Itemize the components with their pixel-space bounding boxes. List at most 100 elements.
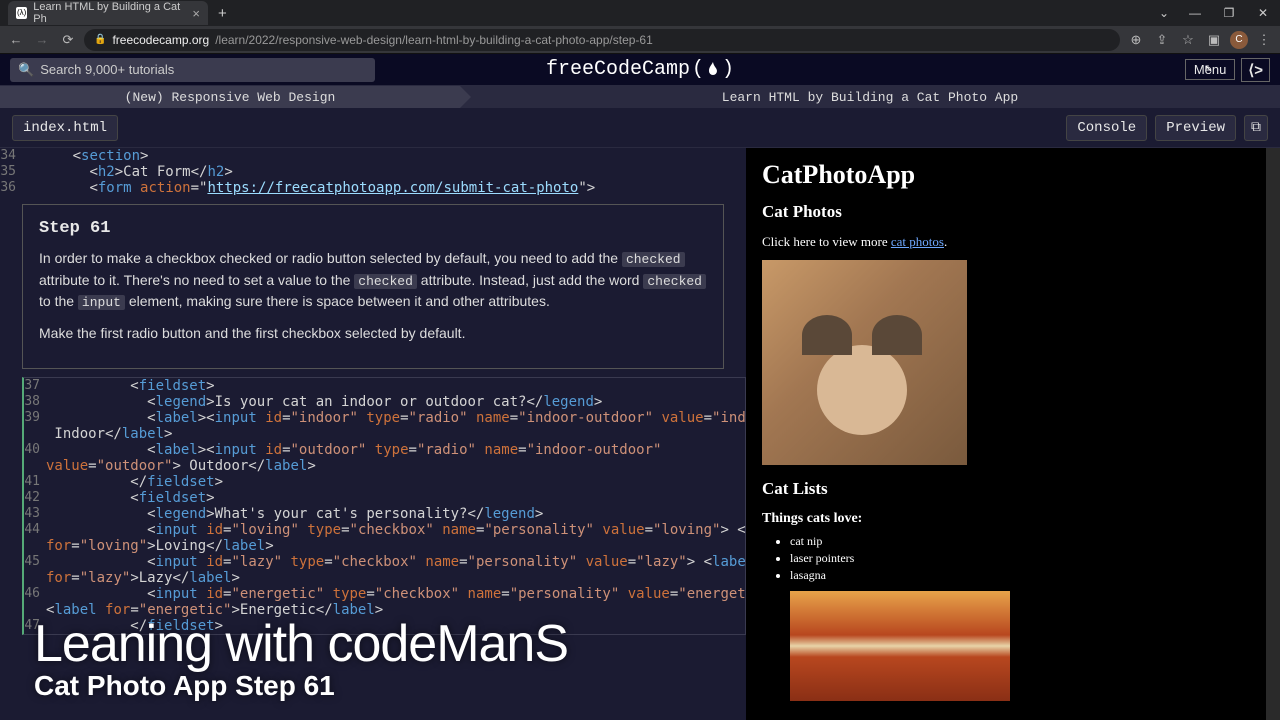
line-number: 43 <box>24 506 46 522</box>
crumb-lesson: Learn HTML by Building a Cat Photo App <box>460 90 1280 105</box>
code-content[interactable]: <input id="energetic" type="checkbox" na… <box>46 586 746 602</box>
extensions-icon[interactable]: ▣ <box>1204 30 1224 50</box>
vertical-scrollbar[interactable] <box>1266 148 1280 720</box>
line-number: 41 <box>24 474 46 490</box>
forward-button[interactable]: → <box>32 30 52 50</box>
line-number <box>24 458 46 474</box>
file-tab[interactable]: index.html <box>12 115 118 141</box>
line-number: 46 <box>24 586 46 602</box>
popout-button[interactable]: ⧉ <box>1244 115 1268 141</box>
preview-h2-photos: Cat Photos <box>762 202 1250 222</box>
code-content[interactable]: </fieldset> <box>46 474 223 490</box>
language-button[interactable]: ⟨> <box>1241 58 1270 82</box>
code-content[interactable]: <fieldset> <box>46 490 215 506</box>
search-placeholder: Search 9,000+ tutorials <box>40 62 174 77</box>
code-line[interactable]: Indoor</label> <box>24 426 745 442</box>
code-line[interactable]: 41 </fieldset> <box>24 474 745 490</box>
close-window-button[interactable]: ✕ <box>1246 0 1280 26</box>
brand-logo[interactable]: freeCodeCamp() <box>546 58 734 81</box>
code-content[interactable]: <form action="https://freecatphotoapp.co… <box>22 180 595 196</box>
bookmark-icon[interactable]: ☆ <box>1178 30 1198 50</box>
app-header: 🔍 Search 9,000+ tutorials freeCodeCamp()… <box>0 54 1280 86</box>
instruction-p2: Make the first radio button and the firs… <box>39 323 707 344</box>
reload-button[interactable]: ⟳ <box>58 30 78 50</box>
close-icon[interactable]: × <box>192 6 200 21</box>
code-content[interactable]: <legend>Is your cat an indoor or outdoor… <box>46 394 602 410</box>
code-line[interactable]: 40 <label><input id="outdoor" type="radi… <box>24 442 745 458</box>
line-number <box>24 602 46 618</box>
code-line[interactable]: 46 <input id="energetic" type="checkbox"… <box>24 586 745 602</box>
menu-button[interactable]: Menu ↖ <box>1185 59 1236 80</box>
line-number: 36 <box>0 180 22 196</box>
love-list: cat nip laser pointers lasagna <box>790 533 1250 583</box>
code-line[interactable]: 39 <label><input id="indoor" type="radio… <box>24 410 745 426</box>
code-content[interactable]: <label><input id="indoor" type="radio" n… <box>46 410 746 426</box>
code-content[interactable]: <input id="loving" type="checkbox" name=… <box>46 522 746 538</box>
line-number: 47 <box>24 618 46 634</box>
code-line[interactable]: 38 <legend>Is your cat an indoor or outd… <box>24 394 745 410</box>
line-number: 35 <box>0 164 22 180</box>
lock-icon: 🔒 <box>94 34 106 45</box>
code-content[interactable]: </fieldset> <box>46 618 223 634</box>
code-line[interactable]: <label for="energetic">Energetic</label> <box>24 602 745 618</box>
maximize-button[interactable]: ❐ <box>1212 0 1246 26</box>
minimize-button[interactable]: — <box>1178 0 1212 26</box>
code-content[interactable]: <input id="lazy" type="checkbox" name="p… <box>46 554 746 570</box>
back-button[interactable]: ← <box>6 30 26 50</box>
code-content[interactable]: value="outdoor"> Outdoor</label> <box>46 458 316 474</box>
cat-photos-link[interactable]: cat photos <box>891 234 944 249</box>
code-line[interactable]: 36 <form action="https://freecatphotoapp… <box>0 180 746 196</box>
code-line[interactable]: value="outdoor"> Outdoor</label> <box>24 458 745 474</box>
code-line[interactable]: 34 <section> <box>0 148 746 164</box>
new-tab-button[interactable]: + <box>208 5 237 22</box>
lasagna-image[interactable] <box>790 591 1010 701</box>
profile-avatar[interactable]: C <box>1230 31 1248 49</box>
browser-titlebar: (λ) Learn HTML by Building a Cat Ph × + … <box>0 0 1280 26</box>
chevron-down-icon[interactable]: ⌄ <box>1150 0 1178 26</box>
code-line[interactable]: 44 <input id="loving" type="checkbox" na… <box>24 522 745 538</box>
breadcrumb: (New) Responsive Web Design Learn HTML b… <box>0 86 1280 108</box>
code-content[interactable]: Indoor</label> <box>46 426 172 442</box>
code-content[interactable]: for="lazy">Lazy</label> <box>46 570 240 586</box>
cat-image[interactable] <box>762 260 967 465</box>
code-line[interactable]: 42 <fieldset> <box>24 490 745 506</box>
search-input[interactable]: 🔍 Search 9,000+ tutorials <box>10 58 375 82</box>
code-line[interactable]: 43 <legend>What's your cat's personality… <box>24 506 745 522</box>
address-bar[interactable]: 🔒 freecodecamp.org/learn/2022/responsive… <box>84 29 1120 51</box>
line-number <box>24 538 46 554</box>
crumb-course[interactable]: (New) Responsive Web Design <box>0 86 460 108</box>
code-content[interactable]: for="loving">Loving</label> <box>46 538 274 554</box>
code-line[interactable]: 35 <h2>Cat Form</h2> <box>0 164 746 180</box>
line-number: 44 <box>24 522 46 538</box>
preview-h3-love: Things cats love: <box>762 511 1250 527</box>
code-line[interactable]: 47 </fieldset> <box>24 618 745 634</box>
url-path: /learn/2022/responsive-web-design/learn-… <box>215 33 653 47</box>
line-number: 45 <box>24 554 46 570</box>
preview-button[interactable]: Preview <box>1155 115 1236 141</box>
browser-tab[interactable]: (λ) Learn HTML by Building a Cat Ph × <box>8 1 208 25</box>
code-line[interactable]: 45 <input id="lazy" type="checkbox" name… <box>24 554 745 570</box>
code-content[interactable]: <legend>What's your cat's personality?</… <box>46 506 543 522</box>
console-button[interactable]: Console <box>1066 115 1147 141</box>
search-icon: 🔍 <box>18 62 34 78</box>
url-domain: freecodecamp.org <box>112 33 209 47</box>
share-icon[interactable]: ⇪ <box>1152 30 1172 50</box>
line-number <box>24 570 46 586</box>
code-content[interactable]: <h2>Cat Form</h2> <box>22 164 233 180</box>
kebab-menu-icon[interactable]: ⋮ <box>1254 30 1274 50</box>
code-editor[interactable]: 34 <section>35 <h2>Cat Form</h2>36 <form… <box>0 148 746 720</box>
line-number: 39 <box>24 410 46 426</box>
code-content[interactable]: <fieldset> <box>46 378 215 394</box>
line-number: 38 <box>24 394 46 410</box>
zoom-icon[interactable]: ⊕ <box>1126 30 1146 50</box>
instruction-box: Step 61 In order to make a checkbox chec… <box>22 204 724 369</box>
code-line[interactable]: for="loving">Loving</label> <box>24 538 745 554</box>
code-line[interactable]: 37 <fieldset> <box>24 378 745 394</box>
code-content[interactable]: <label><input id="outdoor" type="radio" … <box>46 442 661 458</box>
code-line[interactable]: for="lazy">Lazy</label> <box>24 570 745 586</box>
tab-title: Learn HTML by Building a Cat Ph <box>33 1 186 25</box>
code-content[interactable]: <label for="energetic">Energetic</label> <box>46 602 383 618</box>
line-number: 34 <box>0 148 22 164</box>
editor-toolbar: index.html Console Preview ⧉ <box>0 108 1280 148</box>
code-content[interactable]: <section> <box>22 148 148 164</box>
